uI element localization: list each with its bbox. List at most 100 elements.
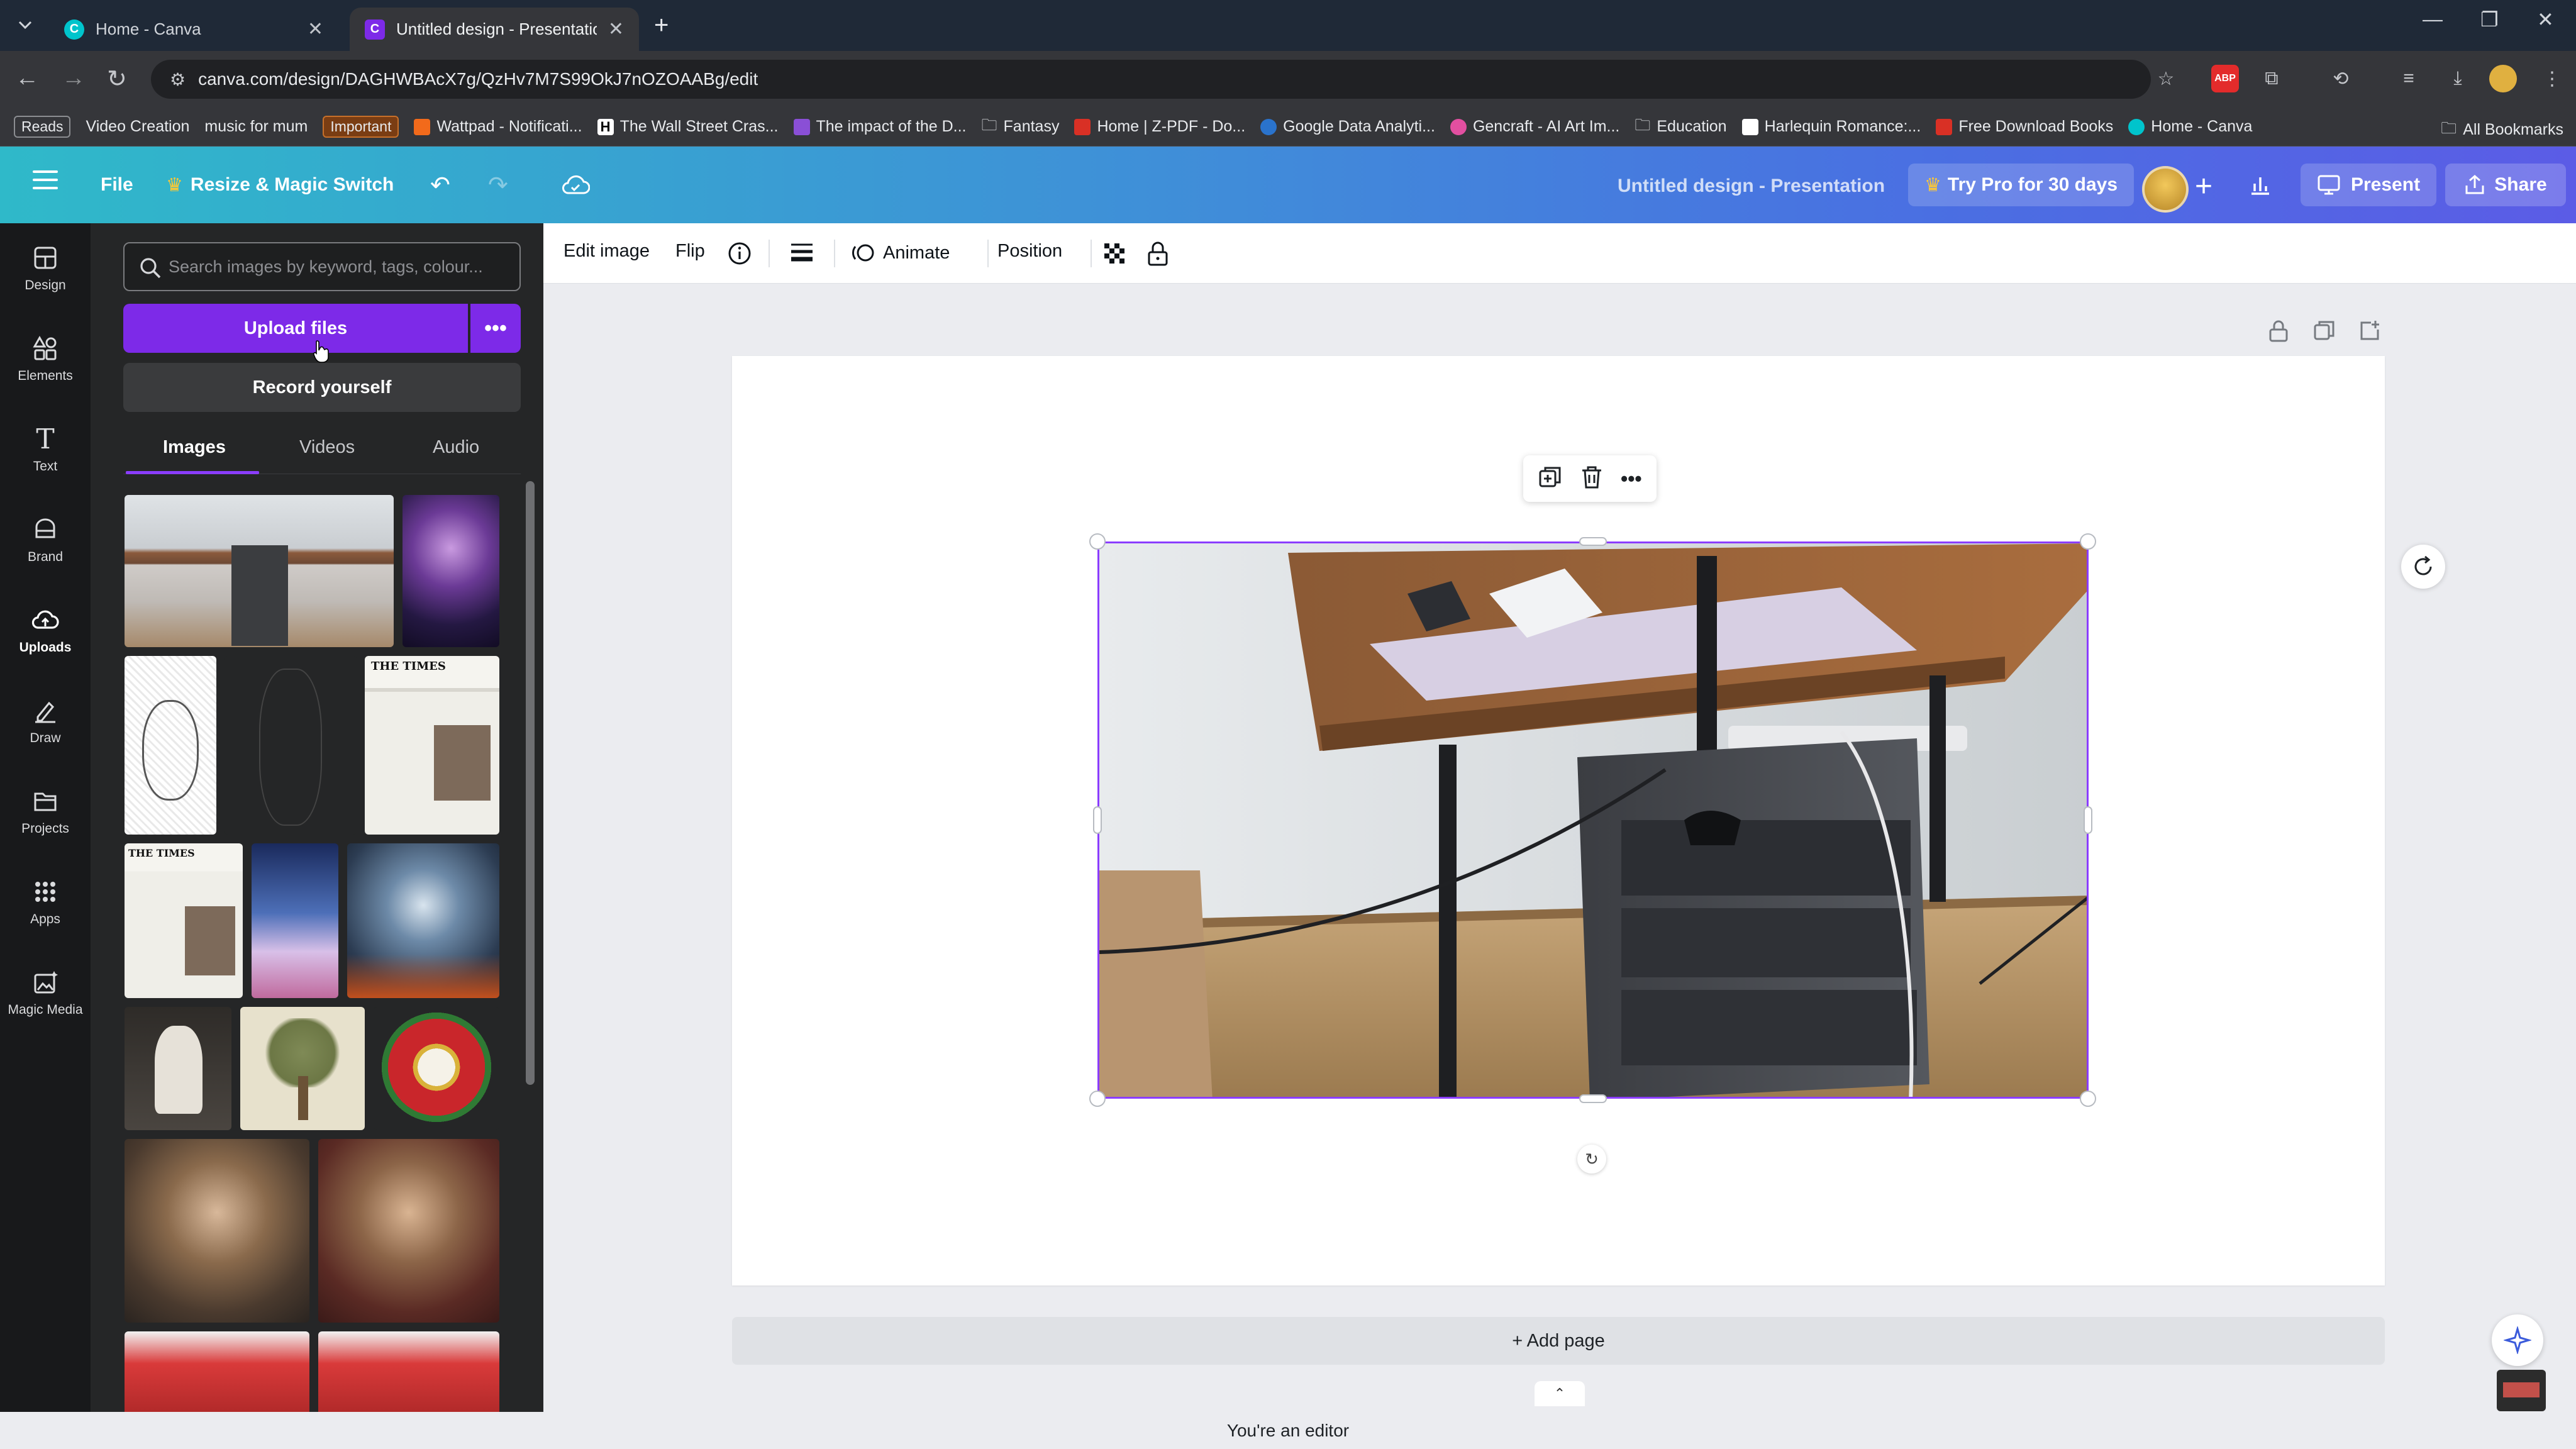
extensions-puzzle-icon[interactable]: ⧉ [2258, 65, 2285, 92]
tab-audio[interactable]: Audio [433, 437, 479, 458]
comment-refresh-icon[interactable] [2401, 545, 2445, 589]
bookmark-free-books[interactable]: Free Download Books [1936, 118, 2113, 136]
tab-search-chevron-icon[interactable] [10, 11, 40, 39]
upload-thumb-warrior-portrait-1[interactable] [125, 1139, 309, 1323]
bookmark-harlequin[interactable]: Harlequin Romance:... [1741, 118, 1921, 136]
add-page-button[interactable]: + Add page [732, 1317, 2385, 1365]
try-pro-button[interactable]: ♛ Try Pro for 30 days [1908, 164, 2135, 206]
media-control-icon[interactable]: ≡ [2395, 65, 2423, 92]
search-input[interactable]: Search images by keyword, tags, colour..… [123, 242, 521, 291]
site-info-icon[interactable]: ⚙ [170, 69, 186, 90]
bookmark-impact[interactable]: The impact of the D... [793, 118, 967, 136]
pages-expand-chevron-icon[interactable]: ⌃ [1535, 1381, 1585, 1406]
tab-videos[interactable]: Videos [299, 437, 355, 458]
selected-desk-photo[interactable] [1097, 541, 2089, 1099]
tab-close-icon[interactable]: ✕ [608, 18, 624, 40]
rotate-handle-icon[interactable]: ↻ [1577, 1145, 1606, 1174]
transparency-icon[interactable] [1102, 241, 1127, 266]
bookmark-important[interactable]: Important [323, 116, 399, 138]
lock-icon[interactable] [1146, 241, 1170, 267]
page-duplicate-icon[interactable] [2313, 319, 2336, 347]
bookmark-reads[interactable]: Reads [14, 116, 71, 138]
upload-thumb-tree-of-life[interactable] [240, 1007, 365, 1130]
edit-image-button[interactable]: Edit image [564, 241, 650, 262]
rail-item-brand[interactable]: Brand [0, 502, 91, 578]
rail-item-elements[interactable]: Elements [0, 321, 91, 397]
download-icon[interactable]: ⤓ [2444, 65, 2472, 92]
flip-button[interactable]: Flip [675, 241, 705, 262]
upload-thumb-tudor-rose[interactable] [374, 1007, 499, 1130]
info-icon[interactable] [727, 241, 752, 266]
upload-thumb-desk[interactable] [125, 495, 394, 647]
animate-button[interactable]: Animate [852, 241, 950, 265]
upload-thumb-nun-portrait[interactable] [125, 1007, 231, 1130]
rail-item-text[interactable]: T Text [0, 412, 91, 487]
tab-images[interactable]: Images [163, 437, 226, 458]
delete-element-trash-icon[interactable] [1580, 465, 1604, 493]
upload-thumb-moon-flowers[interactable] [252, 843, 338, 998]
bookmark-music-for-mum[interactable]: music for mum [204, 118, 308, 136]
page-lock-icon[interactable] [2268, 319, 2289, 348]
upload-files-button[interactable]: Upload files [123, 304, 468, 353]
position-button[interactable]: Position [997, 241, 1062, 262]
file-menu-button[interactable]: File [101, 166, 133, 204]
bookmark-star-icon[interactable]: ☆ [2152, 65, 2180, 92]
upload-thumb-sorceress[interactable] [402, 495, 499, 647]
rail-item-uploads[interactable]: Uploads [0, 593, 91, 669]
redo-icon[interactable]: ↷ [488, 166, 508, 204]
share-button[interactable]: Share [2445, 164, 2566, 206]
present-button[interactable]: Present [2301, 164, 2437, 206]
resize-handle-left[interactable] [1093, 806, 1102, 834]
rail-item-apps[interactable]: Apps [0, 865, 91, 940]
upload-thumb-figure-sketch[interactable] [224, 656, 357, 835]
bookmark-home-canva[interactable]: Home - Canva [2128, 118, 2252, 136]
resize-handle-bottom-right[interactable] [2080, 1091, 2096, 1107]
upload-more-options-button[interactable]: ••• [470, 304, 521, 353]
rail-item-magic-media[interactable]: Magic Media [0, 955, 91, 1031]
bookmark-gencraft[interactable]: Gencraft - AI Art Im... [1450, 118, 1619, 136]
rail-item-draw[interactable]: Draw [0, 684, 91, 759]
profile-avatar[interactable] [2489, 65, 2517, 92]
bookmark-google-data[interactable]: Google Data Analyti... [1260, 118, 1435, 136]
bookmark-fantasy-folder[interactable]: 🗀 Fantasy [982, 113, 1060, 140]
upload-thumb-times-newspaper-2[interactable]: THE TIMES [125, 843, 243, 998]
upload-thumb-lion-sketch[interactable] [125, 656, 216, 835]
resize-handle-bottom-left[interactable] [1089, 1091, 1106, 1107]
page-add-icon[interactable] [2358, 319, 2381, 347]
history-icon[interactable]: ⟲ [2327, 65, 2355, 92]
panel-scrollbar-thumb[interactable] [526, 481, 535, 1085]
user-avatar[interactable] [2142, 166, 2189, 213]
undo-icon[interactable]: ↶ [430, 166, 450, 204]
resize-handle-top-left[interactable] [1089, 533, 1106, 550]
close-window-icon[interactable]: ✕ [2537, 8, 2554, 31]
upload-thumb-anime-red-1[interactable] [125, 1331, 309, 1412]
bookmark-zpdf[interactable]: Home | Z-PDF - Do... [1074, 118, 1245, 136]
duplicate-element-icon[interactable] [1538, 465, 1563, 493]
bookmark-video-creation[interactable]: Video Creation [86, 118, 189, 136]
upload-thumb-warrior-portrait-2[interactable] [318, 1139, 499, 1323]
bookmark-wsj[interactable]: H The Wall Street Cras... [597, 118, 779, 136]
resize-magic-switch-button[interactable]: ♛ Resize & Magic Switch [166, 166, 394, 204]
new-tab-plus-icon[interactable]: + [654, 11, 669, 40]
upload-thumb-anime-red-2[interactable] [318, 1331, 499, 1412]
cloud-save-icon[interactable] [561, 166, 590, 204]
magic-assistant-sparkle-icon[interactable] [2492, 1314, 2543, 1366]
minimize-icon[interactable]: — [2423, 8, 2443, 31]
back-icon[interactable]: ← [15, 65, 39, 92]
bookmark-wattpad[interactable]: Wattpad - Notificati... [414, 118, 582, 136]
upload-thumb-times-newspaper[interactable]: THE TIMES [365, 656, 499, 835]
rail-item-design[interactable]: Design [0, 231, 91, 306]
insights-chart-icon[interactable] [2249, 166, 2272, 204]
bookmark-education-folder[interactable]: 🗀 Education [1635, 113, 1726, 140]
resize-handle-bottom[interactable] [1579, 1094, 1607, 1103]
design-title[interactable]: Untitled design - Presentation [1618, 175, 1885, 197]
restore-icon[interactable]: ❐ [2480, 8, 2499, 31]
resize-handle-right[interactable] [2084, 806, 2092, 834]
border-style-icon[interactable] [790, 241, 814, 264]
menu-hamburger-icon[interactable] [33, 170, 58, 189]
all-bookmarks[interactable]: 🗀 All Bookmarks [2441, 116, 2563, 143]
tab-untitled-design[interactable]: C Untitled design - Presentation ✕ [350, 8, 639, 51]
adblock-icon[interactable]: ABP [2211, 65, 2239, 92]
resize-handle-top-right[interactable] [2080, 533, 2096, 550]
more-options-icon[interactable]: ••• [1621, 467, 1642, 491]
